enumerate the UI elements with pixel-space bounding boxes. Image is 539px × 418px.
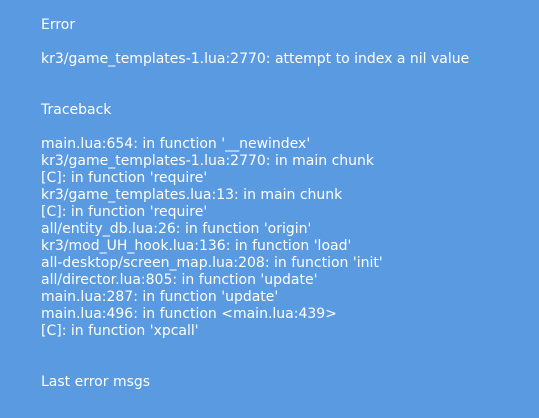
traceback-line: [C]: in function 'require' bbox=[41, 170, 208, 186]
error-message: kr3/game_templates-1.lua:2770: attempt t… bbox=[41, 51, 470, 67]
traceback-title: Traceback bbox=[41, 102, 112, 118]
traceback-line: main.lua:287: in function 'update' bbox=[41, 289, 279, 305]
traceback-line: all/director.lua:805: in function 'updat… bbox=[41, 272, 318, 288]
traceback-line: [C]: in function 'xpcall' bbox=[41, 323, 199, 339]
traceback-line: kr3/game_templates.lua:13: in main chunk bbox=[41, 187, 343, 203]
error-screen: Error kr3/game_templates-1.lua:2770: att… bbox=[0, 0, 539, 418]
traceback-line: [C]: in function 'require' bbox=[41, 204, 208, 220]
traceback-line: kr3/game_templates-1.lua:2770: in main c… bbox=[41, 153, 375, 169]
last-error-title: Last error msgs bbox=[41, 374, 151, 390]
error-heading: Error bbox=[41, 17, 76, 33]
traceback-line: main.lua:496: in function <main.lua:439> bbox=[41, 306, 337, 322]
traceback-line: all-desktop/screen_map.lua:208: in funct… bbox=[41, 255, 383, 271]
traceback-line: all/entity_db.lua:26: in function 'origi… bbox=[41, 221, 312, 237]
traceback-list: main.lua:654: in function '__newindex' k… bbox=[41, 136, 383, 340]
traceback-line: kr3/mod_UH_hook.lua:136: in function 'lo… bbox=[41, 238, 352, 254]
traceback-line: main.lua:654: in function '__newindex' bbox=[41, 136, 311, 152]
